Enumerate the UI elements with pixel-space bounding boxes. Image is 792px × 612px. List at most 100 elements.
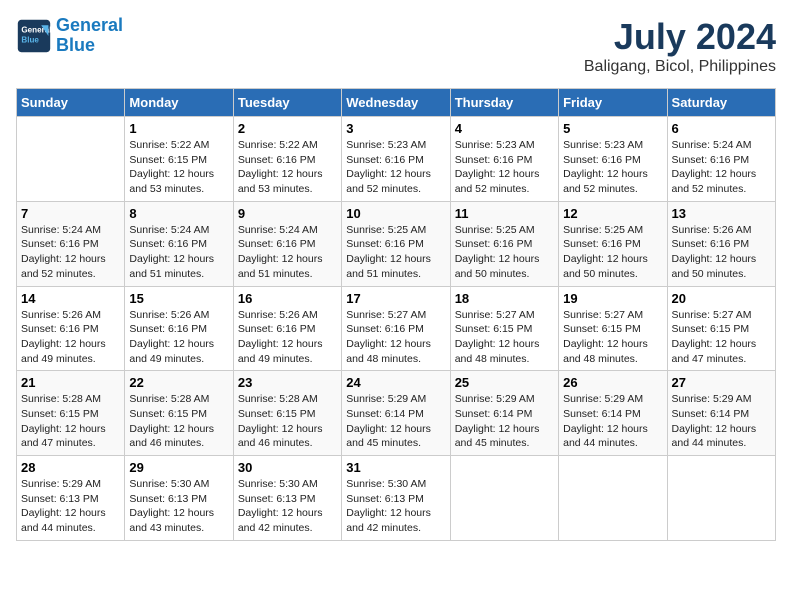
day-info: Sunrise: 5:28 AMSunset: 6:15 PMDaylight:… xyxy=(238,392,337,451)
day-number: 15 xyxy=(129,291,228,306)
calendar-cell: 21 Sunrise: 5:28 AMSunset: 6:15 PMDayligh… xyxy=(17,371,125,456)
day-number: 3 xyxy=(346,121,445,136)
calendar-week-row: 28 Sunrise: 5:29 AMSunset: 6:13 PMDayligh… xyxy=(17,456,776,541)
day-number: 1 xyxy=(129,121,228,136)
day-info: Sunrise: 5:29 AMSunset: 6:14 PMDaylight:… xyxy=(672,392,771,451)
calendar-cell: 16 Sunrise: 5:26 AMSunset: 6:16 PMDayligh… xyxy=(233,286,341,371)
calendar-cell: 19 Sunrise: 5:27 AMSunset: 6:15 PMDayligh… xyxy=(559,286,667,371)
calendar-cell: 14 Sunrise: 5:26 AMSunset: 6:16 PMDayligh… xyxy=(17,286,125,371)
calendar-cell: 6 Sunrise: 5:24 AMSunset: 6:16 PMDaylight… xyxy=(667,117,775,202)
day-number: 2 xyxy=(238,121,337,136)
day-number: 30 xyxy=(238,460,337,475)
calendar-week-row: 21 Sunrise: 5:28 AMSunset: 6:15 PMDayligh… xyxy=(17,371,776,456)
day-number: 28 xyxy=(21,460,120,475)
calendar-week-row: 7 Sunrise: 5:24 AMSunset: 6:16 PMDaylight… xyxy=(17,201,776,286)
day-info: Sunrise: 5:24 AMSunset: 6:16 PMDaylight:… xyxy=(238,223,337,282)
day-number: 23 xyxy=(238,375,337,390)
day-number: 31 xyxy=(346,460,445,475)
day-number: 19 xyxy=(563,291,662,306)
calendar-cell: 5Sunrise: 5:23 AMSunset: 6:16 PMDaylight… xyxy=(559,117,667,202)
calendar-cell: 26 Sunrise: 5:29 AMSunset: 6:14 PMDayligh… xyxy=(559,371,667,456)
day-info: Sunrise: 5:29 AMSunset: 6:14 PMDaylight:… xyxy=(455,392,554,451)
calendar-cell: 22 Sunrise: 5:28 AMSunset: 6:15 PMDayligh… xyxy=(125,371,233,456)
day-info: Sunrise: 5:22 AMSunset: 6:15 PMDaylight:… xyxy=(129,138,228,197)
calendar-cell: 30Sunrise: 5:30 AMSunset: 6:13 PMDayligh… xyxy=(233,456,341,541)
calendar-cell: 17 Sunrise: 5:27 AMSunset: 6:16 PMDayligh… xyxy=(342,286,450,371)
calendar-cell: 12Sunrise: 5:25 AMSunset: 6:16 PMDayligh… xyxy=(559,201,667,286)
calendar-cell: 10 Sunrise: 5:25 AMSunset: 6:16 PMDayligh… xyxy=(342,201,450,286)
calendar-cell: 29Sunrise: 5:30 AMSunset: 6:13 PMDayligh… xyxy=(125,456,233,541)
day-info: Sunrise: 5:26 AMSunset: 6:16 PMDaylight:… xyxy=(672,223,771,282)
calendar-week-row: 1 Sunrise: 5:22 AMSunset: 6:15 PMDaylight… xyxy=(17,117,776,202)
page-header: General Blue GeneralBlue July 2024 Balig… xyxy=(16,16,776,76)
day-header: Thursday xyxy=(450,89,558,117)
day-number: 5 xyxy=(563,121,662,136)
day-number: 14 xyxy=(21,291,120,306)
day-number: 22 xyxy=(129,375,228,390)
calendar-cell: 18 Sunrise: 5:27 AMSunset: 6:15 PMDayligh… xyxy=(450,286,558,371)
day-info: Sunrise: 5:26 AMSunset: 6:16 PMDaylight:… xyxy=(129,308,228,367)
day-info: Sunrise: 5:23 AMSunset: 6:16 PMDaylight:… xyxy=(346,138,445,197)
day-info: Sunrise: 5:29 AMSunset: 6:13 PMDaylight:… xyxy=(21,477,120,536)
day-info: Sunrise: 5:28 AMSunset: 6:15 PMDaylight:… xyxy=(129,392,228,451)
svg-text:Blue: Blue xyxy=(21,35,39,44)
calendar-cell: 28 Sunrise: 5:29 AMSunset: 6:13 PMDayligh… xyxy=(17,456,125,541)
day-info: Sunrise: 5:28 AMSunset: 6:15 PMDaylight:… xyxy=(21,392,120,451)
calendar-cell: 31Sunrise: 5:30 AMSunset: 6:13 PMDayligh… xyxy=(342,456,450,541)
day-info: Sunrise: 5:27 AMSunset: 6:15 PMDaylight:… xyxy=(563,308,662,367)
day-number: 9 xyxy=(238,206,337,221)
calendar-cell: 24Sunrise: 5:29 AMSunset: 6:14 PMDayligh… xyxy=(342,371,450,456)
calendar-cell xyxy=(559,456,667,541)
day-info: Sunrise: 5:24 AMSunset: 6:16 PMDaylight:… xyxy=(672,138,771,197)
main-title: July 2024 xyxy=(584,16,776,58)
calendar-cell: 13Sunrise: 5:26 AMSunset: 6:16 PMDayligh… xyxy=(667,201,775,286)
day-header: Sunday xyxy=(17,89,125,117)
day-header: Saturday xyxy=(667,89,775,117)
logo-text: GeneralBlue xyxy=(56,16,123,56)
day-info: Sunrise: 5:24 AMSunset: 6:16 PMDaylight:… xyxy=(129,223,228,282)
day-number: 27 xyxy=(672,375,771,390)
day-info: Sunrise: 5:26 AMSunset: 6:16 PMDaylight:… xyxy=(21,308,120,367)
calendar-table: SundayMondayTuesdayWednesdayThursdayFrid… xyxy=(16,88,776,541)
day-info: Sunrise: 5:27 AMSunset: 6:15 PMDaylight:… xyxy=(672,308,771,367)
calendar-cell: 11Sunrise: 5:25 AMSunset: 6:16 PMDayligh… xyxy=(450,201,558,286)
calendar-cell: 3 Sunrise: 5:23 AMSunset: 6:16 PMDaylight… xyxy=(342,117,450,202)
calendar-cell: 15 Sunrise: 5:26 AMSunset: 6:16 PMDayligh… xyxy=(125,286,233,371)
day-header: Tuesday xyxy=(233,89,341,117)
calendar-cell xyxy=(450,456,558,541)
day-number: 18 xyxy=(455,291,554,306)
day-info: Sunrise: 5:25 AMSunset: 6:16 PMDaylight:… xyxy=(346,223,445,282)
subtitle: Baligang, Bicol, Philippines xyxy=(584,58,776,76)
day-info: Sunrise: 5:27 AMSunset: 6:15 PMDaylight:… xyxy=(455,308,554,367)
day-info: Sunrise: 5:25 AMSunset: 6:16 PMDaylight:… xyxy=(563,223,662,282)
calendar-week-row: 14 Sunrise: 5:26 AMSunset: 6:16 PMDayligh… xyxy=(17,286,776,371)
day-info: Sunrise: 5:29 AMSunset: 6:14 PMDaylight:… xyxy=(346,392,445,451)
day-info: Sunrise: 5:26 AMSunset: 6:16 PMDaylight:… xyxy=(238,308,337,367)
day-info: Sunrise: 5:29 AMSunset: 6:14 PMDaylight:… xyxy=(563,392,662,451)
day-number: 21 xyxy=(21,375,120,390)
day-number: 10 xyxy=(346,206,445,221)
day-number: 26 xyxy=(563,375,662,390)
calendar-header-row: SundayMondayTuesdayWednesdayThursdayFrid… xyxy=(17,89,776,117)
calendar-cell: 23 Sunrise: 5:28 AMSunset: 6:15 PMDayligh… xyxy=(233,371,341,456)
day-number: 7 xyxy=(21,206,120,221)
title-area: July 2024 Baligang, Bicol, Philippines xyxy=(584,16,776,76)
day-number: 17 xyxy=(346,291,445,306)
day-info: Sunrise: 5:27 AMSunset: 6:16 PMDaylight:… xyxy=(346,308,445,367)
calendar-cell: 20 Sunrise: 5:27 AMSunset: 6:15 PMDayligh… xyxy=(667,286,775,371)
day-number: 16 xyxy=(238,291,337,306)
logo: General Blue GeneralBlue xyxy=(16,16,123,56)
calendar-cell: 7Sunrise: 5:24 AMSunset: 6:16 PMDaylight… xyxy=(17,201,125,286)
calendar-cell: 2 Sunrise: 5:22 AMSunset: 6:16 PMDaylight… xyxy=(233,117,341,202)
day-number: 11 xyxy=(455,206,554,221)
day-number: 6 xyxy=(672,121,771,136)
day-info: Sunrise: 5:30 AMSunset: 6:13 PMDaylight:… xyxy=(129,477,228,536)
day-info: Sunrise: 5:22 AMSunset: 6:16 PMDaylight:… xyxy=(238,138,337,197)
calendar-cell xyxy=(667,456,775,541)
calendar-cell: 4Sunrise: 5:23 AMSunset: 6:16 PMDaylight… xyxy=(450,117,558,202)
day-number: 8 xyxy=(129,206,228,221)
day-header: Monday xyxy=(125,89,233,117)
day-header: Wednesday xyxy=(342,89,450,117)
calendar-body: 1 Sunrise: 5:22 AMSunset: 6:15 PMDaylight… xyxy=(17,117,776,541)
day-number: 20 xyxy=(672,291,771,306)
